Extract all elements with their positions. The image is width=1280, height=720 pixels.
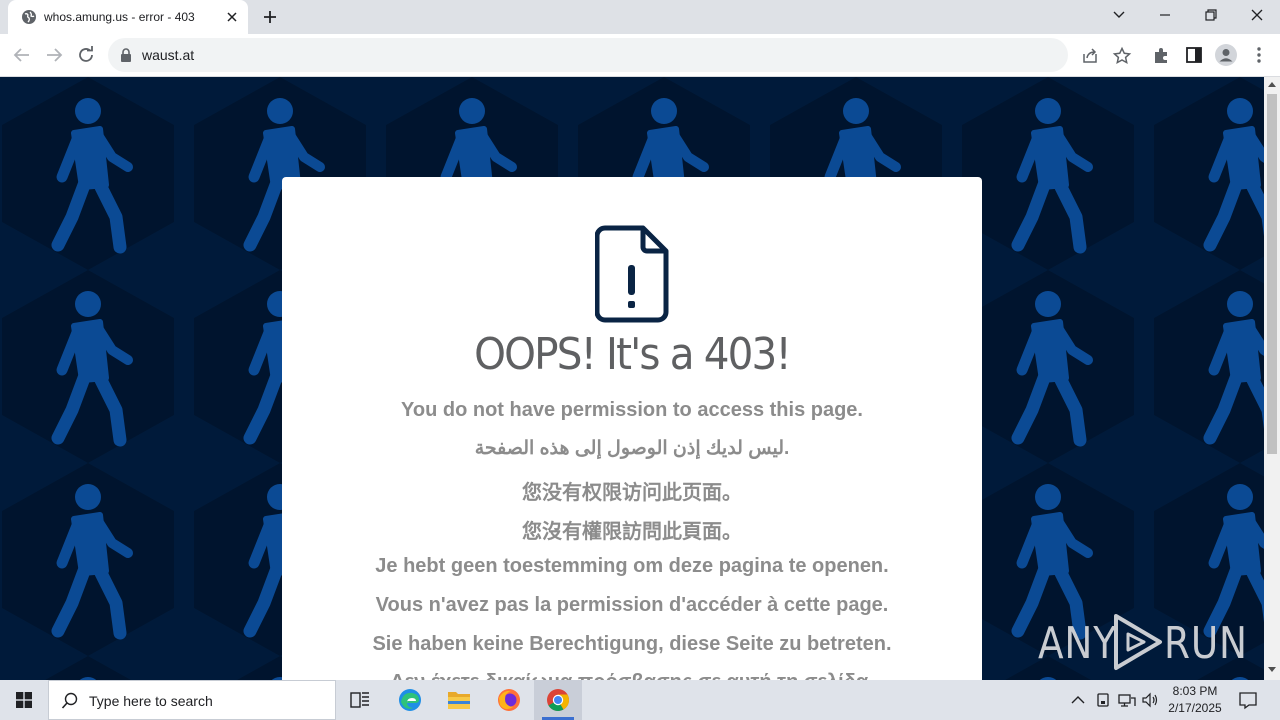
- restore-icon: [1205, 9, 1217, 21]
- volume-icon[interactable]: [1142, 692, 1160, 708]
- message-dutch: Je hebt geen toestemming om deze pagina …: [375, 555, 889, 577]
- clock-date: 2/17/2025: [1168, 701, 1222, 715]
- firefox-icon: [498, 689, 520, 711]
- windows-icon: [16, 692, 32, 708]
- message-chinese-simplified: 您没有权限访问此页面。: [522, 482, 742, 504]
- address-bar[interactable]: waust.at: [108, 38, 1132, 72]
- tab-strip: whos.amung.us - error - 403: [0, 0, 1280, 34]
- close-icon[interactable]: [223, 8, 241, 26]
- task-view-icon: [350, 692, 369, 708]
- forward-icon[interactable]: [43, 44, 65, 66]
- minimize-icon: [1160, 14, 1170, 16]
- reload-icon[interactable]: [75, 44, 97, 66]
- watermark-right-text: RUN: [1164, 618, 1248, 669]
- browser-tab[interactable]: whos.amung.us - error - 403: [8, 0, 248, 34]
- lock-icon[interactable]: [120, 48, 132, 62]
- windows-taskbar: Type here to search 8:03 PM 2/17/2025: [0, 680, 1280, 720]
- message-english: You do not have permission to access thi…: [401, 399, 863, 421]
- taskbar-firefox[interactable]: [485, 680, 533, 720]
- taskbar-search[interactable]: Type here to search: [48, 680, 336, 720]
- share-icon[interactable]: [1080, 46, 1100, 66]
- tab-title: whos.amung.us - error - 403: [44, 10, 195, 24]
- extensions-icon[interactable]: [1152, 45, 1172, 65]
- notifications-icon[interactable]: [1238, 690, 1258, 710]
- scrollbar-thumb[interactable]: [1267, 94, 1277, 454]
- page-viewport: OOPS! It's a 403! You do not have permis…: [0, 77, 1264, 680]
- message-french: Vous n'avez pas la permission d'accéder …: [375, 594, 889, 616]
- search-icon: [61, 692, 78, 709]
- system-clock[interactable]: 8:03 PM 2/17/2025: [1160, 683, 1230, 717]
- scroll-down-icon[interactable]: [1268, 667, 1276, 673]
- message-arabic: ليس لديك إذن الوصول إلى هذه الصفحة.: [474, 438, 790, 459]
- globe-icon: [22, 10, 36, 24]
- play-logo-icon: [1114, 614, 1162, 670]
- watermark-left-text: ANY: [1038, 618, 1117, 669]
- document-alert-icon: [595, 225, 669, 323]
- message-greek: Δεν έχετε δικαίωμα πρόσβασης σε αυτή τη …: [282, 671, 982, 680]
- taskbar-edge[interactable]: [386, 680, 434, 720]
- edge-icon: [399, 689, 421, 711]
- network-icon[interactable]: [1118, 692, 1136, 708]
- page-title: OOPS! It's a 403!: [474, 329, 792, 380]
- taskbar-file-explorer[interactable]: [435, 680, 483, 720]
- device-icon[interactable]: [1095, 692, 1111, 708]
- message-german: Sie haben keine Berechtigung, diese Seit…: [372, 633, 892, 655]
- page-scrollbar[interactable]: [1264, 77, 1280, 680]
- window-close-button[interactable]: [1234, 0, 1280, 30]
- clock-time: 8:03 PM: [1172, 684, 1218, 698]
- message-chinese-traditional: 您沒有權限訪問此頁面。: [522, 521, 742, 543]
- show-hidden-icons-icon[interactable]: [1070, 693, 1086, 707]
- error-card: OOPS! It's a 403! You do not have permis…: [282, 177, 982, 680]
- chevron-down-icon: [1113, 11, 1125, 18]
- menu-icon[interactable]: [1249, 45, 1269, 65]
- search-placeholder: Type here to search: [89, 693, 213, 709]
- profile-icon[interactable]: [1215, 44, 1237, 66]
- scroll-up-icon[interactable]: [1268, 81, 1276, 87]
- browser-toolbar: waust.at: [0, 34, 1280, 77]
- sidepanel-icon[interactable]: [1184, 45, 1204, 65]
- taskbar-chrome[interactable]: [534, 680, 582, 720]
- url-text[interactable]: waust.at: [142, 47, 194, 63]
- star-icon[interactable]: [1112, 46, 1132, 66]
- minimize-button[interactable]: [1142, 0, 1188, 30]
- tab-search-button[interactable]: [1096, 0, 1142, 30]
- task-view-button[interactable]: [336, 680, 384, 720]
- back-icon[interactable]: [11, 44, 33, 66]
- start-button[interactable]: [0, 680, 48, 720]
- plus-icon[interactable]: [260, 7, 280, 27]
- restore-button[interactable]: [1188, 0, 1234, 30]
- chrome-icon: [547, 689, 569, 711]
- file-explorer-icon: [448, 692, 470, 709]
- close-icon: [1251, 9, 1263, 21]
